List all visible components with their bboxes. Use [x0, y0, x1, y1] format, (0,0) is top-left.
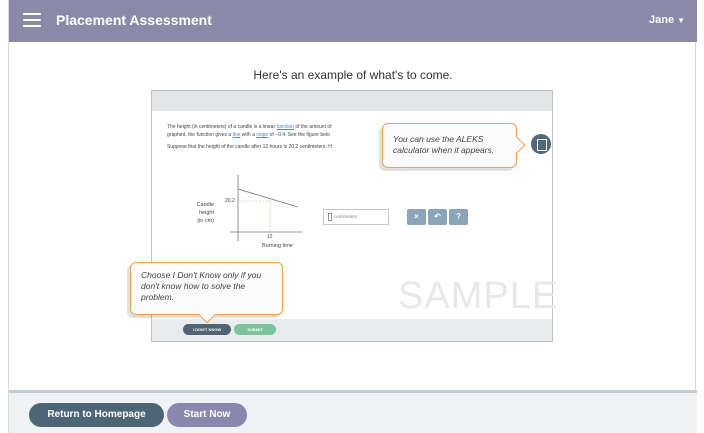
page-title: Placement Assessment — [56, 12, 212, 28]
dont-know-callout: Choose I Don't Know only if you don't kn… — [130, 262, 283, 324]
x-tick-label: 12 — [267, 234, 273, 240]
user-menu[interactable]: Jane ▼ — [649, 14, 685, 26]
problem-question: Suppose that the height of the candle af… — [167, 144, 332, 150]
clear-icon: × — [407, 209, 426, 225]
sample-watermark: SAMPLE — [398, 275, 559, 317]
menu-line — [23, 19, 41, 21]
undo-icon: ↶ — [428, 209, 447, 225]
x-axis-label: Burning time — [262, 243, 293, 249]
answer-tools: × ↶ ? — [407, 209, 468, 225]
return-to-homepage-button[interactable]: Return to Homepage — [29, 403, 164, 427]
user-name: Jane — [649, 14, 675, 26]
help-icon: ? — [449, 209, 468, 225]
answer-input: centimeters — [323, 209, 389, 225]
start-now-button[interactable]: Start Now — [167, 403, 247, 427]
dont-know-button: I DON'T KNOW — [183, 324, 231, 335]
sample-header-bar — [152, 91, 552, 111]
intro-text: Here's an example of what's to come. — [253, 68, 453, 82]
calculator-callout: You can use the ALEKS calculator when it… — [382, 123, 526, 168]
submit-button: SUBMIT — [234, 324, 276, 335]
candle-graph: 20.2 12 Burning time — [225, 175, 302, 249]
function-link: function — [276, 124, 295, 130]
candle-height-line — [237, 188, 299, 208]
problem-text: with a — [240, 132, 257, 138]
menu-line — [23, 25, 41, 27]
app-frame: Placement Assessment Jane ▼ Here's an exa… — [8, 0, 697, 433]
hamburger-menu-icon[interactable] — [23, 13, 41, 27]
slope-link: slope — [256, 132, 269, 138]
problem-statement: The height (in centimeters) of a candle … — [167, 123, 377, 139]
menu-line — [23, 13, 41, 15]
y-tick-label: 20.2 — [225, 198, 235, 204]
answer-unit: centimeters — [334, 214, 358, 219]
calculator-icon — [531, 134, 551, 154]
problem-text: of −0.4. See the figure belo — [268, 132, 330, 138]
top-bar: Placement Assessment Jane ▼ — [9, 0, 697, 42]
problem-text: The height (in centimeters) of a candle … — [167, 124, 277, 130]
dont-know-callout-text: Choose I Don't Know only if you don't kn… — [141, 270, 262, 302]
chevron-down-icon: ▼ — [677, 16, 685, 25]
problem-text: of the amount of — [294, 124, 332, 130]
problem-text: graphed, the function gives a — [167, 132, 233, 138]
answer-cursor — [328, 213, 332, 221]
calculator-callout-text: You can use the ALEKS calculator when it… — [393, 134, 495, 155]
